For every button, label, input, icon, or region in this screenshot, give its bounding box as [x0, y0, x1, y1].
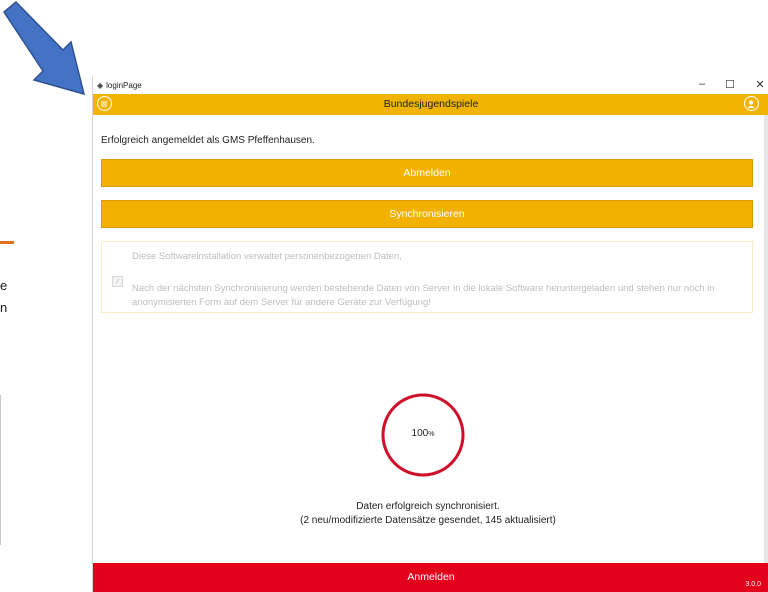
scrollbar[interactable]: [764, 115, 768, 564]
blue-arrow-annotation: [0, 0, 95, 105]
login-status-text: Erfolgreich angemeldet als GMS Pfeffenha…: [101, 135, 315, 146]
logout-button[interactable]: Abmelden: [101, 159, 753, 187]
sync-detail-text: (2 neu/modifizierte Datensätze gesendet,…: [300, 515, 556, 526]
minimize-button[interactable]: –: [695, 78, 709, 90]
slide-divider-line: [0, 395, 1, 545]
background-text-fragment: n: [0, 300, 8, 315]
orange-rule-decoration: [0, 241, 14, 244]
window-titlebar: ◆ loginPage: [93, 76, 768, 94]
main-content: Erfolgreich angemeldet als GMS Pfeffenha…: [93, 115, 763, 564]
sync-progress-ring: 100%: [380, 392, 466, 478]
app-icon: ◆: [97, 80, 104, 90]
page-title: Bundesjugendspiele: [383, 98, 479, 110]
consent-text-line2: Nach der nächsten Synchronisierung werde…: [132, 283, 715, 308]
background-text-fragment: e: [0, 278, 8, 293]
close-button[interactable]: ✕: [753, 78, 767, 91]
sync-button[interactable]: Synchronisieren: [101, 200, 753, 228]
consent-box: ✓ Diese Softwareinstallation verwaltet p…: [101, 241, 753, 313]
consent-checkbox[interactable]: ✓: [112, 276, 123, 287]
progress-percent: 100%: [411, 428, 435, 439]
user-icon: [747, 100, 755, 108]
login-button-label: Anmelden: [407, 571, 455, 583]
consent-text-line1: Diese Softwareinstallation verwaltet per…: [132, 251, 402, 262]
app-header: Bundesjugendspiele: [93, 94, 768, 115]
app-window: ◆ loginPage – ☐ ✕ Bundesjugendspiele Erf…: [92, 76, 768, 592]
user-profile-button[interactable]: [744, 96, 759, 111]
window-title: loginPage: [106, 80, 142, 90]
login-footer-button[interactable]: Anmelden 3.0.0: [93, 563, 768, 592]
sync-status-text: Daten erfolgreich synchronisiert.: [356, 501, 500, 512]
maximize-button[interactable]: ☐: [723, 78, 737, 91]
version-label: 3.0.0: [745, 581, 761, 588]
